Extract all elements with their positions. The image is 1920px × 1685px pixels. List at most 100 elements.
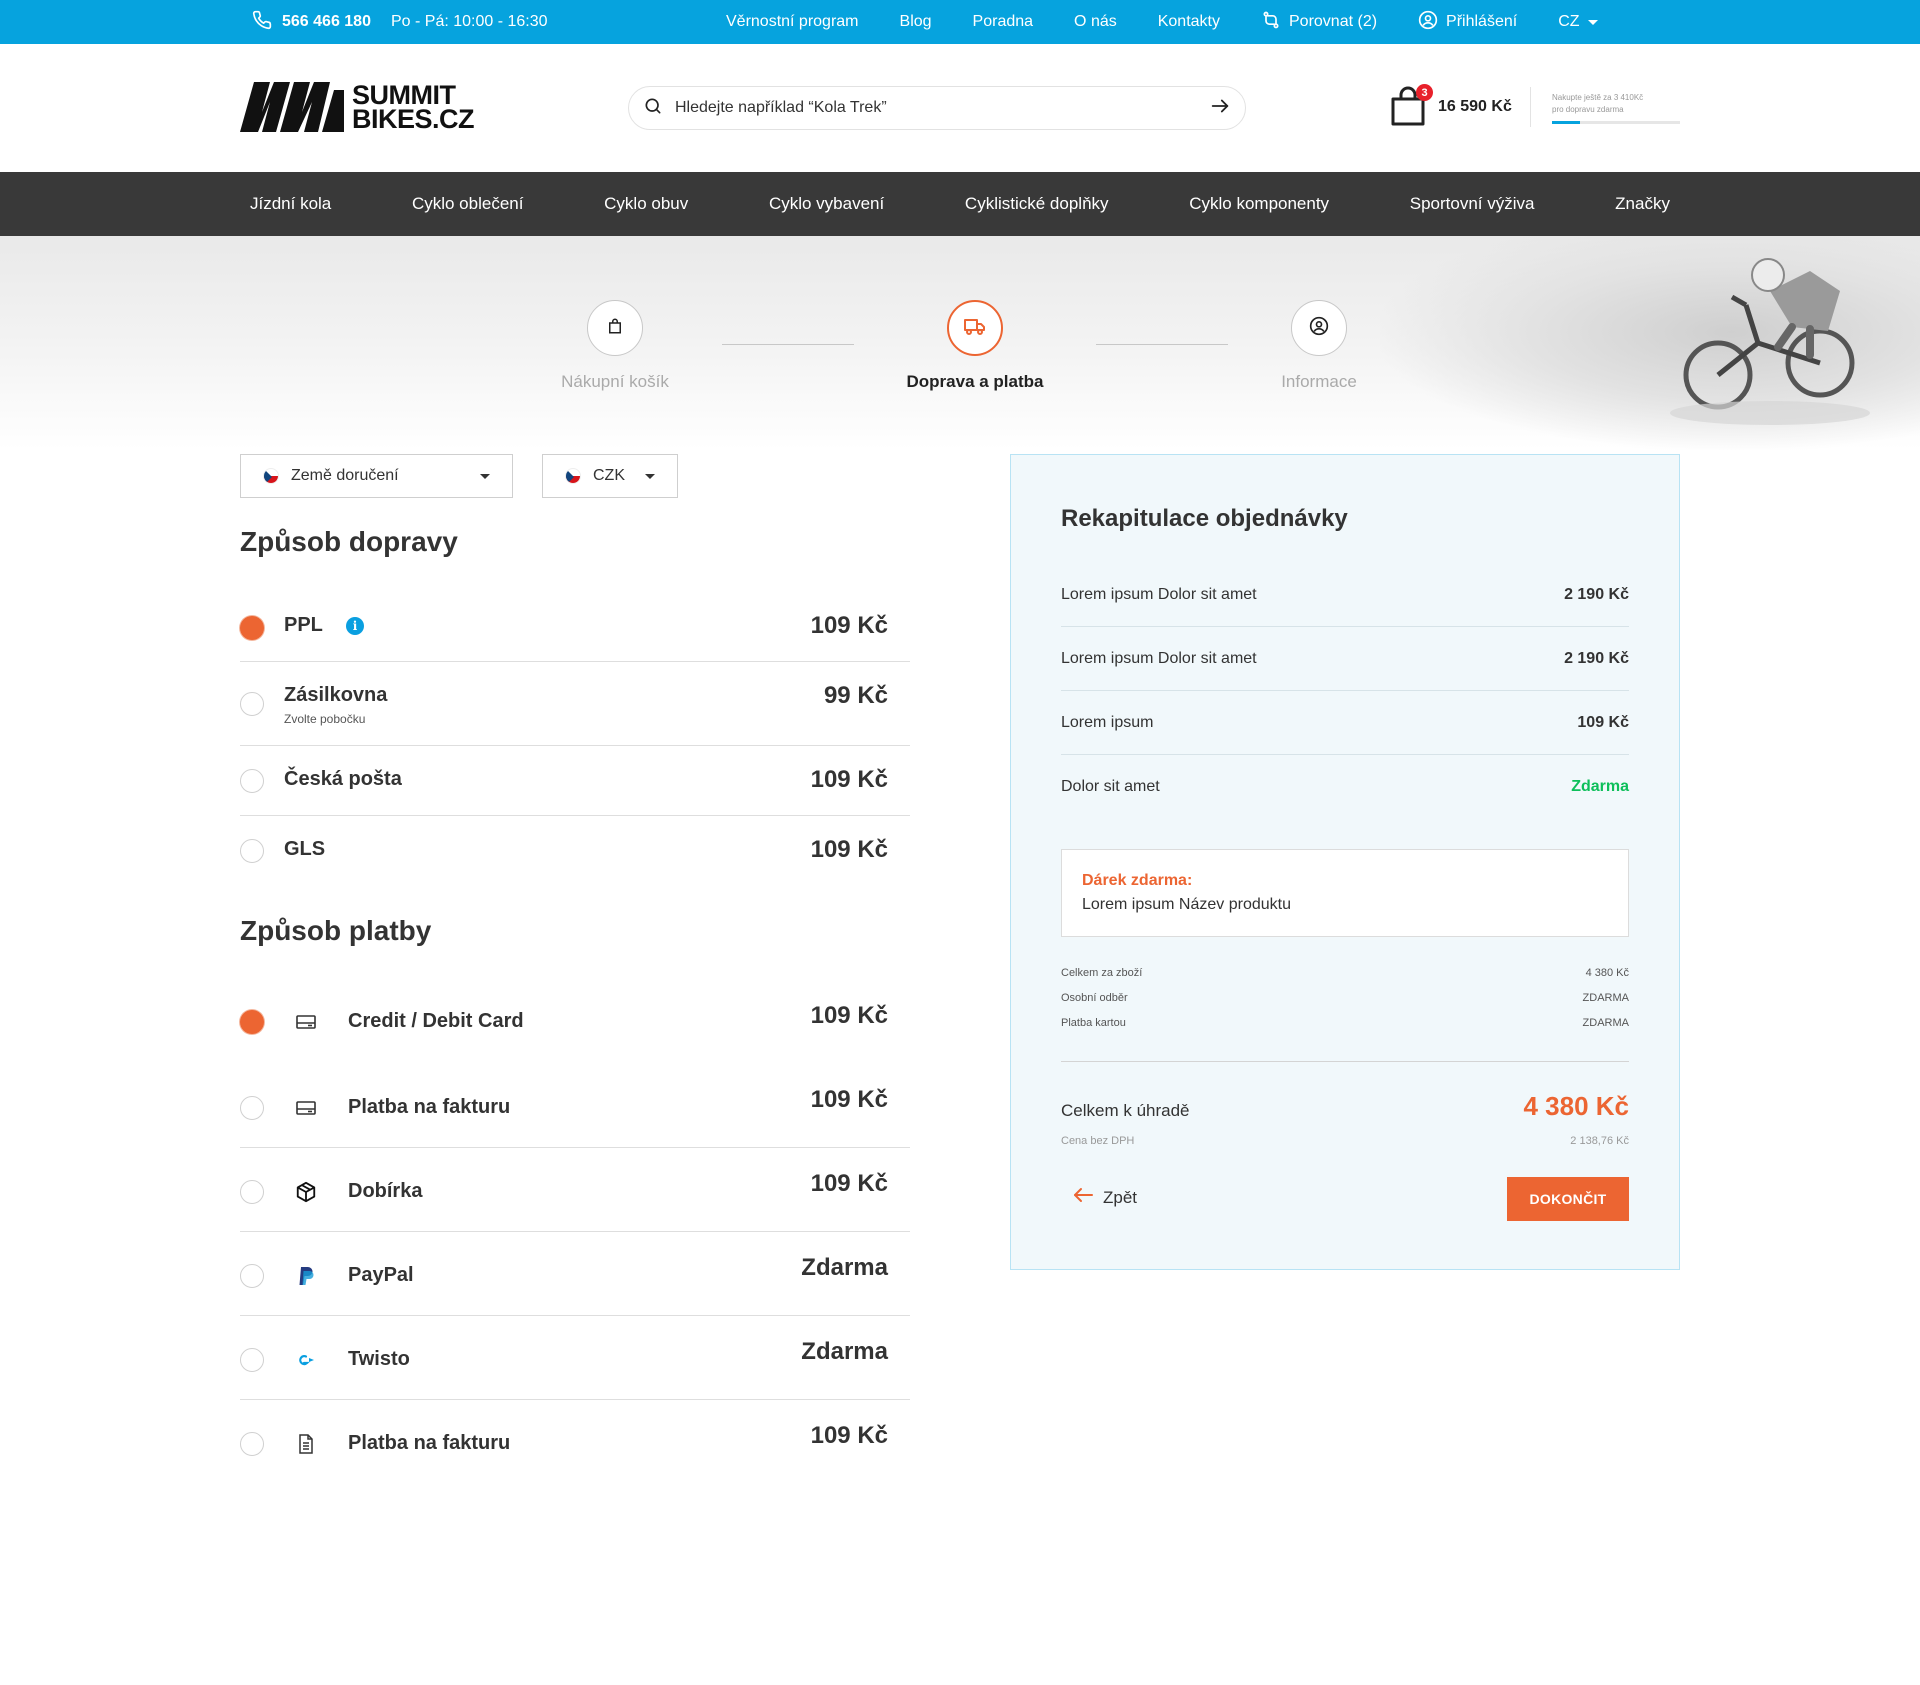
arrow-left-icon bbox=[1073, 1187, 1093, 1208]
caret-down-icon bbox=[480, 473, 490, 479]
payment-option[interactable]: Twisto Zdarma bbox=[240, 1316, 910, 1400]
radio[interactable] bbox=[240, 839, 264, 863]
topnav-about[interactable]: O nás bbox=[1074, 13, 1117, 31]
summary-item: Lorem ipsum 109 Kč bbox=[1061, 691, 1629, 755]
topnav-contacts[interactable]: Kontakty bbox=[1158, 13, 1220, 31]
total-value: 4 380 Kč bbox=[1523, 1091, 1629, 1121]
step-cart[interactable]: Nákupní košík bbox=[505, 300, 725, 392]
shipping-option[interactable]: GLS 109 Kč bbox=[240, 816, 910, 886]
payment-option[interactable]: Credit / Debit Card 109 Kč bbox=[240, 990, 910, 1054]
radio[interactable] bbox=[240, 692, 264, 716]
payment-name: Twisto bbox=[348, 1348, 410, 1370]
payment-name: Dobírka bbox=[348, 1180, 423, 1202]
summary-item-value: 2 190 Kč bbox=[1564, 585, 1629, 603]
payment-price: 109 Kč bbox=[810, 1422, 888, 1449]
info-icon[interactable]: i bbox=[346, 617, 364, 635]
nav-item-nutrition[interactable]: Sportovní výživa bbox=[1410, 194, 1535, 214]
topnav-advice[interactable]: Poradna bbox=[973, 13, 1034, 31]
currency-select[interactable]: CZK bbox=[542, 454, 678, 498]
vat-label: Cena bez DPH bbox=[1061, 1135, 1135, 1147]
shipping-option[interactable]: Česká pošta 109 Kč bbox=[240, 746, 910, 816]
nav-item-accessories[interactable]: Cyklistické doplňky bbox=[965, 194, 1109, 214]
payment-option[interactable]: PayPal Zdarma bbox=[240, 1232, 910, 1316]
site-logo[interactable]: SUMMIT BIKES.CZ bbox=[240, 82, 475, 133]
payment-option[interactable]: Dobírka 109 Kč bbox=[240, 1148, 910, 1232]
chevron-down-icon bbox=[1587, 19, 1598, 25]
login-link[interactable]: Přihlášení bbox=[1418, 10, 1517, 35]
nav-item-clothing[interactable]: Cyklo oblečení bbox=[412, 194, 524, 214]
shipping-price: 109 Kč bbox=[810, 612, 888, 639]
payment-option[interactable]: Platba na fakturu 109 Kč bbox=[240, 1400, 910, 1484]
payment-name: Platba na fakturu bbox=[348, 1432, 511, 1454]
czech-flag-icon bbox=[565, 468, 581, 484]
search-input[interactable] bbox=[675, 99, 1209, 117]
summary-item-name: Lorem ipsum Dolor sit amet bbox=[1061, 649, 1257, 667]
payment-name: PayPal bbox=[348, 1264, 414, 1286]
divider bbox=[1529, 87, 1531, 127]
login-label: Přihlášení bbox=[1446, 13, 1518, 30]
compare-link[interactable]: Porovnat (2) bbox=[1261, 10, 1377, 35]
compare-label: Porovnat (2) bbox=[1289, 13, 1378, 30]
breakdown-label: Osobní odběr bbox=[1061, 992, 1128, 1004]
nav-item-bikes[interactable]: Jízdní kola bbox=[250, 194, 331, 214]
shipping-name: PPL bbox=[284, 614, 323, 636]
topnav-loyalty[interactable]: Věrnostní program bbox=[726, 13, 859, 31]
step-connector bbox=[1096, 344, 1228, 345]
free-shipping-progress-fill bbox=[1552, 121, 1581, 124]
country-select[interactable]: Země doručení bbox=[240, 454, 513, 498]
nav-item-equipment[interactable]: Cyklo vybavení bbox=[769, 194, 884, 214]
step-information[interactable]: Informace bbox=[1209, 300, 1429, 392]
nav-item-components[interactable]: Cyklo komponenty bbox=[1189, 194, 1329, 214]
breakdown-value: ZDARMA bbox=[1582, 992, 1629, 1004]
summary-item: Lorem ipsum Dolor sit amet 2 190 Kč bbox=[1061, 563, 1629, 627]
free-shipping-progress bbox=[1552, 121, 1680, 124]
breakdown-value: ZDARMA bbox=[1582, 1017, 1629, 1029]
radio[interactable] bbox=[240, 1264, 264, 1288]
shipping-option[interactable]: Zásilkovna Zvolte pobočku 99 Kč bbox=[240, 662, 910, 746]
step-shipping-payment[interactable]: Doprava a platba bbox=[865, 300, 1085, 392]
arrow-right-icon[interactable] bbox=[1209, 95, 1231, 122]
radio[interactable] bbox=[240, 1096, 264, 1120]
phone-number[interactable]: 566 466 180 bbox=[282, 13, 371, 31]
step-label: Doprava a platba bbox=[906, 372, 1044, 391]
topnav-blog[interactable]: Blog bbox=[900, 13, 932, 31]
finish-button[interactable]: DOKONČIT bbox=[1507, 1177, 1629, 1221]
back-button[interactable]: Zpět bbox=[1073, 1187, 1137, 1208]
free-shipping-line-2: pro dopravu zdarma bbox=[1552, 105, 1624, 114]
bag-icon bbox=[606, 317, 624, 340]
payment-title: Způsob platby bbox=[240, 915, 432, 946]
cart-count-badge: 3 bbox=[1416, 84, 1433, 101]
shipping-option[interactable]: PPL i 109 Kč bbox=[240, 594, 910, 662]
shipping-name: GLS bbox=[284, 838, 326, 860]
radio[interactable] bbox=[240, 1180, 264, 1204]
radio[interactable] bbox=[240, 1348, 264, 1372]
card-icon bbox=[294, 1096, 318, 1120]
payment-price: 109 Kč bbox=[810, 1086, 888, 1113]
payment-name: Credit / Debit Card bbox=[348, 1010, 524, 1032]
radio[interactable] bbox=[240, 769, 264, 793]
user-circle-icon bbox=[1418, 10, 1438, 35]
truck-icon bbox=[963, 314, 987, 343]
opening-hours: Po - Pá: 10:00 - 16:30 bbox=[390, 13, 548, 30]
nav-item-brands[interactable]: Značky bbox=[1615, 194, 1670, 214]
czech-flag-icon bbox=[263, 468, 279, 484]
shipping-sub[interactable]: Zvolte pobočku bbox=[284, 712, 365, 726]
radio[interactable] bbox=[240, 1432, 264, 1456]
language-label: CZ bbox=[1558, 13, 1580, 30]
order-summary: Rekapitulace objednávky Lorem ipsum Dolo… bbox=[1010, 454, 1680, 1270]
radio-selected[interactable] bbox=[240, 1010, 264, 1034]
step-label: Informace bbox=[1281, 372, 1357, 391]
nav-item-shoes[interactable]: Cyklo obuv bbox=[604, 194, 688, 214]
shipping-price: 99 Kč bbox=[823, 682, 888, 709]
summary-item: Lorem ipsum Dolor sit amet 2 190 Kč bbox=[1061, 627, 1629, 691]
language-select[interactable]: CZ bbox=[1558, 13, 1598, 31]
breakdown-label: Platba kartou bbox=[1061, 1017, 1126, 1029]
payment-price: 109 Kč bbox=[810, 1002, 888, 1029]
divider bbox=[1061, 1061, 1629, 1062]
paypal-icon bbox=[294, 1264, 318, 1288]
radio-selected[interactable] bbox=[240, 616, 264, 640]
payment-option[interactable]: Platba na fakturu 109 Kč bbox=[240, 1054, 910, 1148]
payment-name: Platba na fakturu bbox=[348, 1096, 511, 1118]
top-bar: 566 466 180 Po - Pá: 10:00 - 16:30 Věrno… bbox=[0, 0, 1920, 44]
cart[interactable]: 3 16 590 Kč bbox=[1390, 84, 1531, 128]
